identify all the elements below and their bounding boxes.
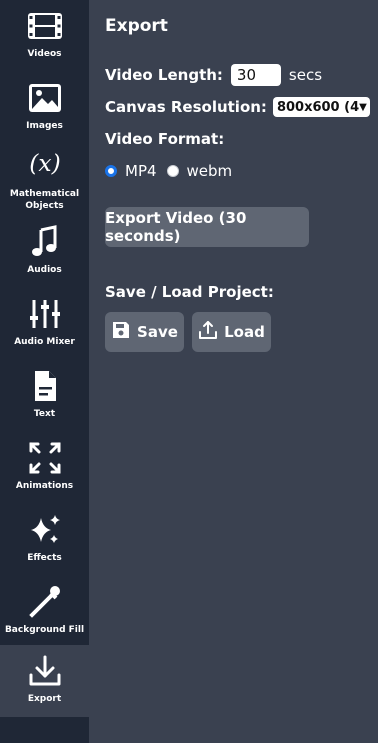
sidebar-item-text[interactable]: Text [0, 360, 89, 432]
video-length-row: Video Length: secs [105, 64, 322, 86]
save-load-title: Save / Load Project: [105, 283, 274, 301]
canvas-resolution-row: Canvas Resolution: 800x600 (4 ▼ [105, 97, 370, 117]
chevron-down-icon: ▼ [359, 101, 367, 113]
sliders-icon [25, 296, 65, 332]
radio-webm-label: webm [186, 162, 233, 180]
sidebar-item-label: Audios [27, 265, 62, 275]
save-button-label: Save [137, 323, 178, 341]
video-length-input[interactable] [230, 64, 281, 86]
radio-webm[interactable] [166, 165, 179, 177]
sidebar-item-animations[interactable]: Animations [0, 432, 89, 504]
sidebar-item-images[interactable]: Images [0, 72, 89, 144]
export-video-button-label: Export Video (30 seconds) [105, 209, 247, 245]
sidebar: Videos Images (x) Mathematical Objects A… [0, 0, 89, 743]
sparkles-icon [25, 512, 65, 548]
export-video-button[interactable]: Export Video (30 seconds) [105, 207, 309, 247]
sidebar-item-label: Images [26, 121, 63, 131]
function-icon: (x) [25, 146, 65, 186]
save-button[interactable]: Save [105, 312, 184, 352]
load-button-label: Load [224, 323, 265, 341]
image-icon [25, 80, 65, 116]
sidebar-item-label: Effects [27, 553, 62, 563]
video-format-label: Video Format: [105, 130, 225, 148]
canvas-resolution-value: 800x600 (4 [276, 99, 360, 115]
radio-mp4[interactable] [105, 165, 117, 177]
svg-text:(x): (x) [29, 149, 60, 177]
sidebar-item-label: Export [27, 694, 62, 704]
sidebar-item-audio-mixer[interactable]: Audio Mixer [0, 288, 89, 360]
save-icon [111, 320, 137, 344]
canvas-resolution-label: Canvas Resolution: [105, 98, 267, 116]
sidebar-item-mathematical-objects[interactable]: (x) Mathematical Objects [0, 144, 89, 216]
sidebar-item-effects[interactable]: Effects [0, 504, 89, 576]
sidebar-item-label: Audio Mixer [14, 337, 75, 347]
sidebar-item-label: Text [33, 409, 56, 419]
upload-icon [198, 320, 224, 344]
expand-arrows-icon [25, 440, 65, 476]
eyedropper-icon [25, 584, 65, 620]
video-length-unit: secs [288, 66, 323, 84]
sidebar-item-label: Videos [27, 49, 62, 59]
sidebar-item-label: Background Fill [4, 625, 85, 635]
sidebar-item-audios[interactable]: Audios [0, 216, 89, 288]
video-length-label: Video Length: [105, 66, 223, 84]
document-icon [25, 368, 65, 404]
canvas-resolution-select[interactable]: 800x600 (4 ▼ [272, 97, 370, 117]
sidebar-item-background-fill[interactable]: Background Fill [0, 576, 89, 648]
sidebar-item-label: Animations [15, 481, 74, 491]
video-format-options: MP4 webm [105, 162, 242, 180]
page-title: Export [105, 16, 168, 36]
music-note-icon [25, 224, 65, 260]
radio-mp4-label: MP4 [125, 162, 157, 180]
sidebar-item-videos[interactable]: Videos [0, 0, 89, 72]
export-panel: Export Video Length: secs Canvas Resolut… [89, 0, 378, 743]
sidebar-item-label: Mathematical Objects [9, 189, 80, 211]
sidebar-item-export[interactable]: Export [0, 645, 89, 717]
download-icon [25, 653, 65, 689]
film-icon [25, 8, 65, 44]
load-button[interactable]: Load [192, 312, 271, 352]
